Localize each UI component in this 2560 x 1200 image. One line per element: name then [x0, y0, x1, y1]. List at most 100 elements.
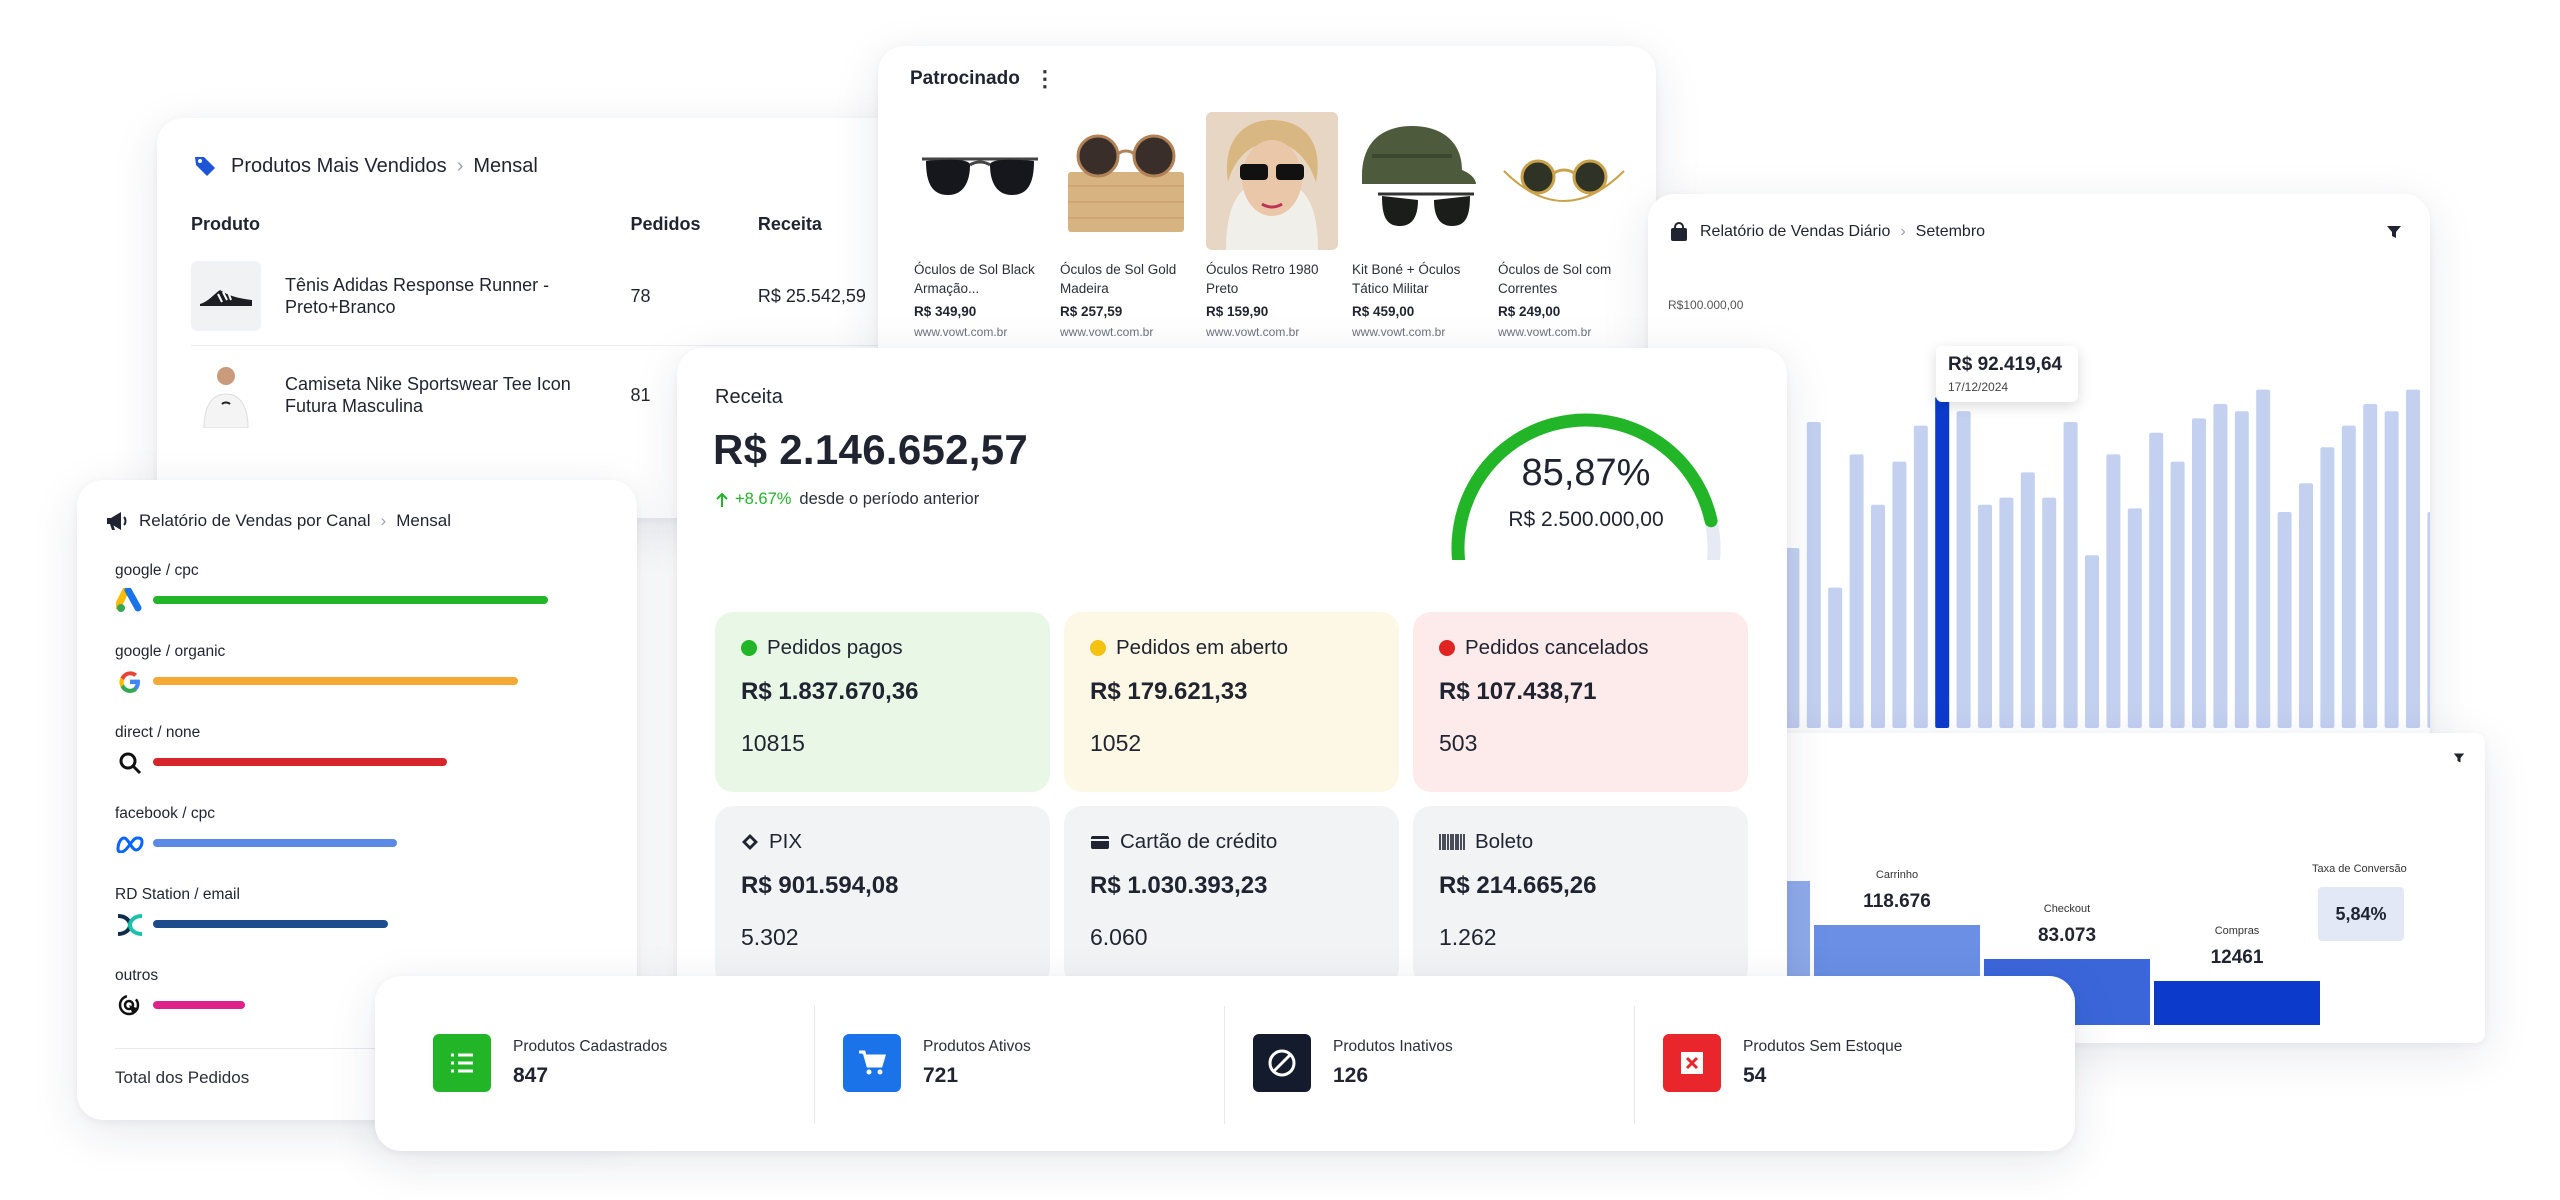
more-options-icon[interactable]: ⋮ [1034, 68, 1056, 90]
chart-bar[interactable] [2341, 425, 2356, 728]
status-dot-icon [741, 640, 757, 656]
chart-bar[interactable] [1913, 425, 1928, 728]
chart-bar[interactable] [2063, 422, 2078, 728]
channel-label: google / cpc [115, 562, 199, 579]
best-sellers-header: Produtos Mais Vendidos › Mensal [193, 154, 538, 178]
tile-title: Pedidos pagos [767, 636, 903, 659]
chart-bar[interactable] [1999, 497, 2014, 728]
chart-bar[interactable] [2234, 411, 2249, 728]
chart-bar[interactable] [2320, 447, 2335, 728]
chart-bar[interactable] [2256, 389, 2271, 728]
tooltip-date: 17/12/2024 [1948, 380, 2009, 394]
status-dot-icon [1090, 640, 1106, 656]
sponsored-product[interactable]: Óculos Retro 1980 Preto R$ 159,90 www.vo… [1206, 112, 1338, 339]
channel-row[interactable]: google / organic [115, 643, 595, 703]
product-name: Óculos de Sol Gold Madeira [1060, 262, 1177, 296]
revenue-total: R$ 2.146.652,57 [713, 426, 1029, 473]
breadcrumb-chevron-icon: › [456, 154, 464, 177]
channel-label: direct / none [115, 724, 201, 741]
chart-bar[interactable] [2020, 472, 2035, 728]
google-ads-icon [115, 586, 145, 616]
channel-label: RD Station / email [115, 886, 240, 903]
tile-count: 6.060 [1090, 924, 1148, 950]
channel-row[interactable]: RD Station / email [115, 886, 595, 946]
funnel-stage-value: 12461 [2210, 947, 2264, 968]
chart-bar[interactable] [2277, 512, 2292, 728]
tile-title: Cartão de crédito [1120, 830, 1278, 853]
open-orders-tile[interactable]: Pedidos em aberto R$ 179.621,33 1052 [1064, 612, 1399, 792]
chart-bar[interactable] [2170, 461, 2185, 728]
divider [1634, 1006, 1635, 1124]
credit-card-tile[interactable]: Cartão de crédito R$ 1.030.393,23 6.060 [1064, 806, 1399, 986]
product-thumbnail [191, 360, 261, 430]
channel-bar [153, 1001, 246, 1009]
divider [1224, 1006, 1225, 1124]
chart-bar[interactable] [1978, 504, 1992, 728]
stat-registered-products[interactable]: Produtos Cadastrados 847 [433, 1034, 667, 1092]
chart-bar[interactable] [1849, 454, 1864, 728]
chart-bar[interactable] [2299, 483, 2313, 728]
stat-value: 126 [1333, 1064, 1369, 1087]
chart-bar[interactable] [2085, 555, 2099, 728]
tile-amount: R$ 1.837.670,36 [741, 678, 919, 705]
sponsored-product[interactable]: Óculos de Sol Black Armação... R$ 349,90… [914, 112, 1046, 339]
chart-bar[interactable] [1935, 396, 1950, 728]
chart-bar[interactable] [2106, 454, 2121, 728]
best-sellers-period[interactable]: Mensal [473, 155, 537, 178]
chart-bar[interactable] [1892, 461, 1907, 728]
stat-label: Produtos Sem Estoque [1743, 1038, 1903, 1055]
stat-active-products[interactable]: Produtos Ativos 721 [843, 1034, 1031, 1092]
pix-tile[interactable]: PIX R$ 901.594,08 5.302 [715, 806, 1050, 986]
chart-bar[interactable] [2213, 404, 2228, 728]
chart-bar[interactable] [2384, 411, 2399, 728]
funnel-stage-label: Carrinho [1875, 869, 1919, 881]
stat-value: 54 [1743, 1064, 1767, 1087]
product-price: R$ 249,00 [1498, 304, 1561, 319]
conversion-rate-label: Taxa de Conversão [2312, 863, 2407, 875]
chart-bar[interactable] [1828, 587, 1843, 728]
product-name: Óculos de Sol com Correntes [1498, 262, 1612, 296]
revenue-change-row: +8.67% desde o período anterior [715, 490, 979, 509]
product-name: Óculos de Sol Black Armação... [914, 262, 1035, 296]
chart-bar[interactable] [2406, 389, 2420, 728]
filter-icon[interactable] [2453, 751, 2465, 769]
chart-bar[interactable] [1871, 504, 1885, 728]
channel-row[interactable]: direct / none [115, 724, 595, 784]
product-stats-bar: Produtos Cadastrados 847 Produtos Ativos 7… [375, 976, 2075, 1151]
megaphone-icon [105, 510, 129, 532]
total-orders-label: Total dos Pedidos [115, 1068, 250, 1087]
chart-bar[interactable] [2149, 432, 2164, 728]
channel-row[interactable]: facebook / cpc [115, 805, 595, 865]
stat-inactive-products[interactable]: Produtos Inativos 126 [1253, 1034, 1453, 1092]
product-name: Camiseta Nike Sportswear Tee Icon [285, 374, 571, 394]
product-store: www.vowt.com.br [1060, 325, 1154, 339]
chart-bar[interactable] [2127, 508, 2142, 728]
chart-bar[interactable] [1956, 411, 1971, 728]
chart-bar[interactable] [2192, 418, 2206, 728]
chart-bar[interactable] [2363, 404, 2378, 728]
table-row[interactable]: Tênis Adidas Response Runner - Preto+Bra… [191, 247, 917, 346]
tile-count: 1.262 [1439, 924, 1497, 950]
channel-sales-period[interactable]: Mensal [396, 511, 451, 531]
channel-label: google / organic [115, 643, 226, 660]
chart-tooltip: R$ 92.419,64 17/12/2024 [1936, 346, 2079, 402]
stat-out-of-stock-products[interactable]: Produtos Sem Estoque 54 [1663, 1034, 1902, 1092]
sponsored-product[interactable]: Óculos de Sol com Correntes R$ 249,00 ww… [1498, 112, 1630, 339]
chart-bar[interactable] [2042, 497, 2057, 728]
conversion-rate-badge: 5,84% [2318, 887, 2404, 941]
boleto-tile[interactable]: Boleto R$ 214.665,26 1.262 [1413, 806, 1748, 986]
chart-bar[interactable] [1806, 422, 1821, 728]
sponsored-product[interactable]: Kit Boné + Óculos Tático Militar R$ 459,… [1352, 112, 1484, 339]
sponsored-product[interactable]: Óculos de Sol Gold Madeira R$ 257,59 www… [1060, 112, 1192, 339]
chart-bar[interactable] [2427, 512, 2430, 728]
product-image [914, 112, 1046, 250]
barcode-icon [1439, 833, 1465, 851]
rd-station-icon [115, 910, 145, 940]
funnel-bar [2154, 981, 2320, 1025]
channel-row[interactable]: google / cpc [115, 562, 595, 622]
cancelled-orders-tile[interactable]: Pedidos cancelados R$ 107.438,71 503 [1413, 612, 1748, 792]
chart-bar[interactable] [1785, 548, 1800, 728]
column-header: Pedidos [630, 214, 701, 234]
paid-orders-tile[interactable]: Pedidos pagos R$ 1.837.670,36 10815 [715, 612, 1050, 792]
funnel-stage-label: Checkout [2043, 903, 2091, 915]
